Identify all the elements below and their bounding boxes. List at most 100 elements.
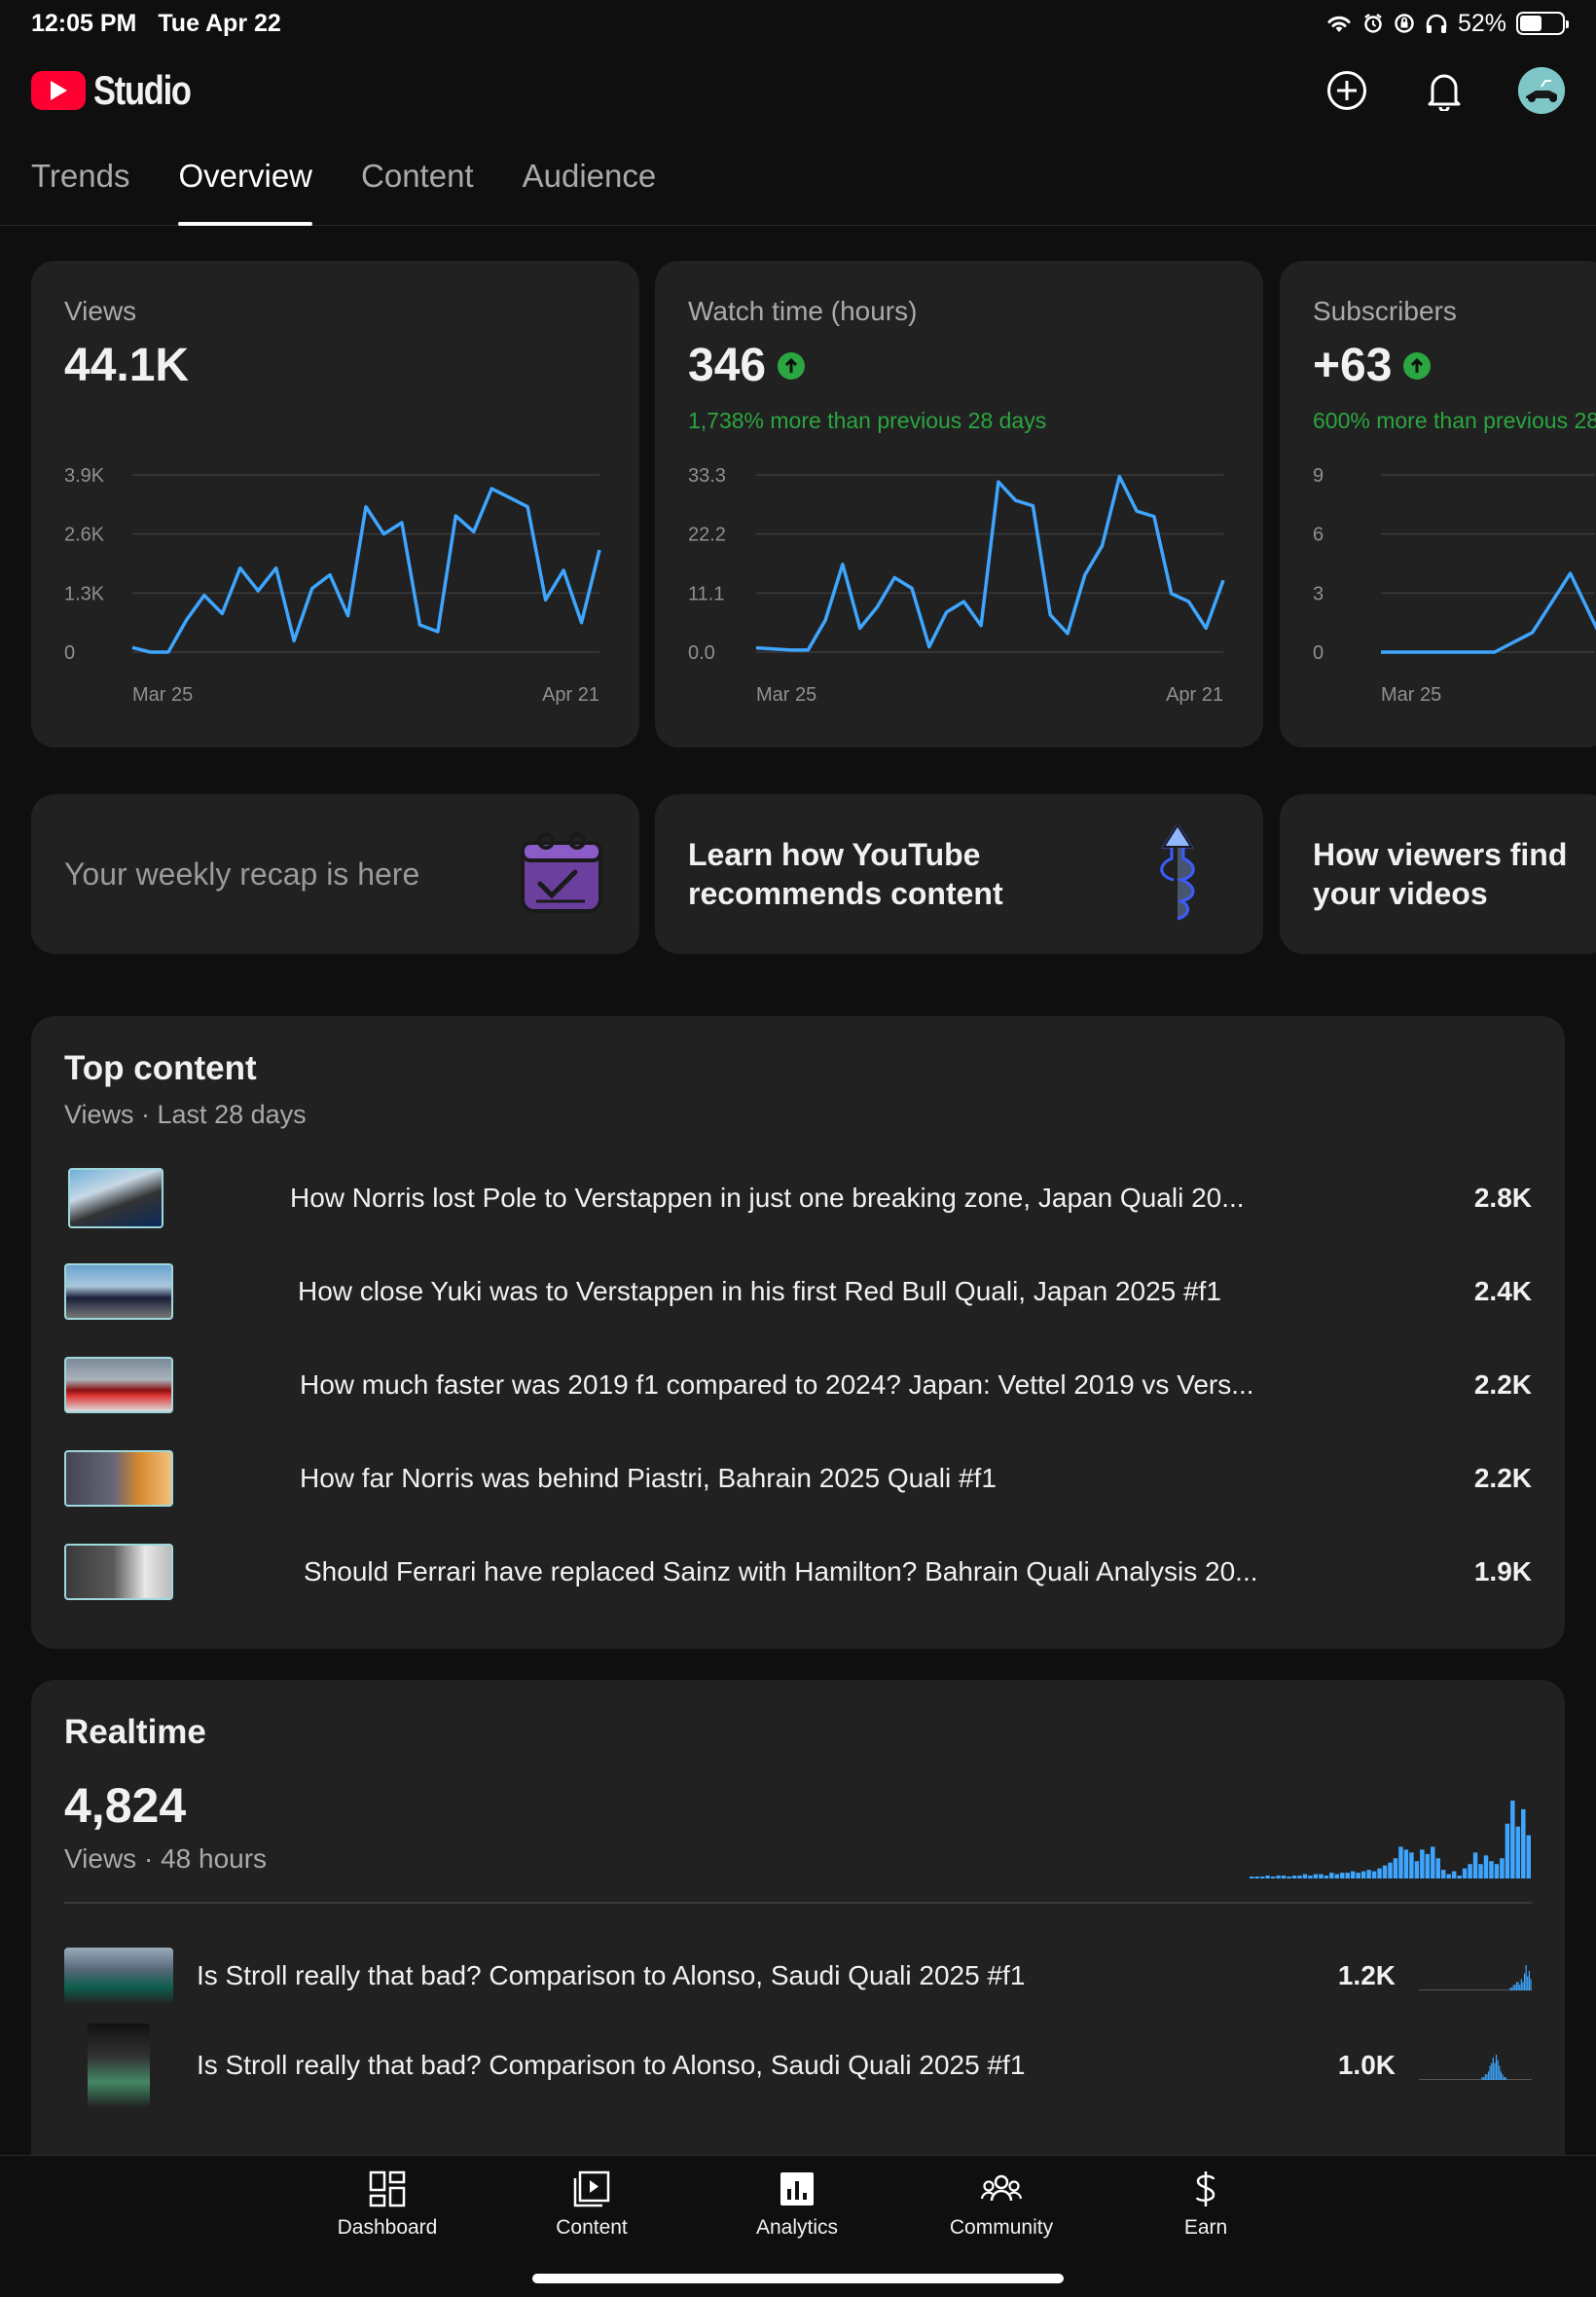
realtime-bar-chart (1250, 1801, 1531, 1878)
battery-percent: 52% (1457, 9, 1506, 37)
arrow-up-icon (1403, 351, 1432, 380)
spark-bar (1497, 2060, 1499, 2080)
spark-bar (1512, 1985, 1514, 1990)
video-views: 2.4K (1473, 1276, 1532, 1306)
spark-bar (1409, 1852, 1414, 1878)
subscribers-card[interactable]: Subscribers +63 600% more than previous … (1280, 261, 1596, 747)
spark-bar (1527, 1976, 1529, 1990)
metric-number: +63 (1313, 340, 1393, 391)
y-tick-label: 33.3 (688, 465, 726, 487)
notifications-button[interactable] (1421, 67, 1468, 114)
y-tick-label: 0.0 (688, 642, 715, 664)
spark-bar (1486, 2074, 1488, 2080)
list-item[interactable]: Should Ferrari have replaced Sainz with … (64, 1525, 1532, 1619)
nav-earn[interactable]: Earn (1118, 2169, 1293, 2240)
spark-bar (1287, 1877, 1291, 1878)
spark-bar (1522, 1982, 1524, 1990)
metric-label: Subscribers (1313, 296, 1457, 326)
spark-bar (1302, 1874, 1308, 1878)
community-icon (980, 2174, 1023, 2202)
spark-bar (1509, 1987, 1511, 1990)
spark-bar (1510, 1801, 1515, 1878)
list-item[interactable]: How close Yuki was to Verstappen in his … (64, 1245, 1532, 1338)
spark-bar (1281, 1876, 1287, 1878)
tab-content[interactable]: Content (361, 148, 474, 226)
tip-text: Learn how YouTube recommends content (688, 837, 1003, 911)
tab-trends[interactable]: Trends (31, 148, 129, 226)
y-tick-label: 11.1 (688, 583, 724, 604)
youtube-studio-logo[interactable]: Studio (31, 67, 212, 114)
analytics-icon (780, 2172, 814, 2206)
y-tick-label: 2.6K (64, 525, 105, 546)
alarm-icon (1364, 14, 1382, 33)
spark-bar (1270, 1877, 1276, 1878)
spark-bar (1491, 2062, 1493, 2080)
nav-content[interactable]: Content (504, 2169, 679, 2240)
video-views: 2.8K (1473, 1183, 1532, 1213)
spark-bar (1350, 1871, 1356, 1878)
metric-value: 44.1K (64, 339, 606, 392)
y-tick-label: 9 (1313, 465, 1324, 487)
create-button[interactable] (1324, 67, 1370, 114)
metric-label: Views (64, 296, 137, 326)
list-item[interactable]: How much faster was 2019 f1 compared to … (64, 1338, 1532, 1432)
list-item[interactable]: Is Stroll really that bad? Comparison to… (64, 1931, 1532, 2021)
x-tick-label: Apr 21 (1166, 684, 1223, 706)
spark-bar (1297, 1876, 1302, 1878)
watch-time-line-chart: 0.0 11.1 22.2 33.3 Mar 25 Apr 21 (688, 465, 1225, 706)
spark-bar (1494, 2062, 1496, 2080)
list-item[interactable]: How Norris lost Pole to Verstappen in ju… (64, 1151, 1532, 1245)
spark-bar (1530, 1979, 1532, 1990)
x-tick-label: Mar 25 (756, 684, 816, 706)
recommends-content-card[interactable]: Learn how YouTube recommends content (655, 794, 1263, 954)
viewers-find-videos-card[interactable]: How viewers find your videos (1280, 794, 1596, 954)
series-line (131, 487, 601, 654)
nav-label: Analytics (755, 2216, 839, 2239)
y-tick-label: 0 (64, 642, 75, 664)
spark-bar (1519, 1985, 1521, 1990)
y-tick-label: 3.9K (64, 465, 105, 487)
spark-bar (1319, 1874, 1324, 1878)
nav-community[interactable]: Community (914, 2169, 1089, 2240)
video-sparkline (1419, 1965, 1532, 1990)
spark-bar (1525, 1965, 1527, 1990)
x-tick-label: Mar 25 (1381, 684, 1441, 706)
video-title: Is Stroll really that bad? Comparison to… (197, 2050, 1026, 2080)
avatar[interactable] (1518, 67, 1565, 114)
nav-analytics[interactable]: Analytics (709, 2169, 885, 2240)
tab-audience[interactable]: Audience (523, 148, 657, 226)
watch-time-card[interactable]: Watch time (hours) 346 1,738% more than … (655, 261, 1263, 747)
nav-dashboard[interactable]: Dashboard (300, 2169, 475, 2240)
spark-bar (1324, 1876, 1329, 1878)
spark-bar (1366, 1870, 1371, 1878)
video-thumbnail (64, 1450, 173, 1507)
spark-bar (1329, 1873, 1334, 1878)
spark-bar (1505, 2077, 1506, 2080)
spark-bar (1313, 1874, 1319, 1878)
spark-bar (1393, 1858, 1398, 1878)
home-indicator (532, 2274, 1064, 2283)
video-views: 2.2K (1473, 1369, 1532, 1400)
tip-text: Your weekly recap is here (64, 857, 420, 892)
spark-bar (1308, 1876, 1313, 1878)
tip-text: How viewers find your videos (1313, 837, 1568, 911)
spark-bar (1414, 1861, 1420, 1878)
spark-bar (1250, 1877, 1254, 1878)
tab-overview[interactable]: Overview (178, 148, 312, 226)
battery-icon (1516, 12, 1569, 35)
analytics-tabs: Trends Overview Content Audience (0, 148, 1596, 226)
spark-bar (1495, 2055, 1498, 2080)
spark-bar (1388, 1862, 1393, 1878)
metric-value: 346 (688, 339, 1230, 392)
rotation-lock-icon (1395, 14, 1414, 33)
realtime-list: Is Stroll really that bad? Comparison to… (64, 1931, 1532, 2110)
nav-label: Content (556, 2216, 628, 2239)
weekly-recap-card[interactable]: Your weekly recap is here (31, 794, 639, 954)
list-item[interactable]: How far Norris was behind Piastri, Bahra… (64, 1432, 1532, 1525)
list-item[interactable]: Is Stroll really that bad? Comparison to… (64, 2021, 1532, 2110)
spark-bar (1435, 1858, 1440, 1878)
views-card[interactable]: Views 44.1K 0 1.3K 2.6K 3.9K Mar 25 Apr 21 (31, 261, 639, 747)
spark-bar (1371, 1871, 1377, 1878)
f1-car-avatar-icon (1518, 67, 1565, 114)
video-title: Is Stroll really that bad? Comparison to… (197, 1960, 1026, 1990)
